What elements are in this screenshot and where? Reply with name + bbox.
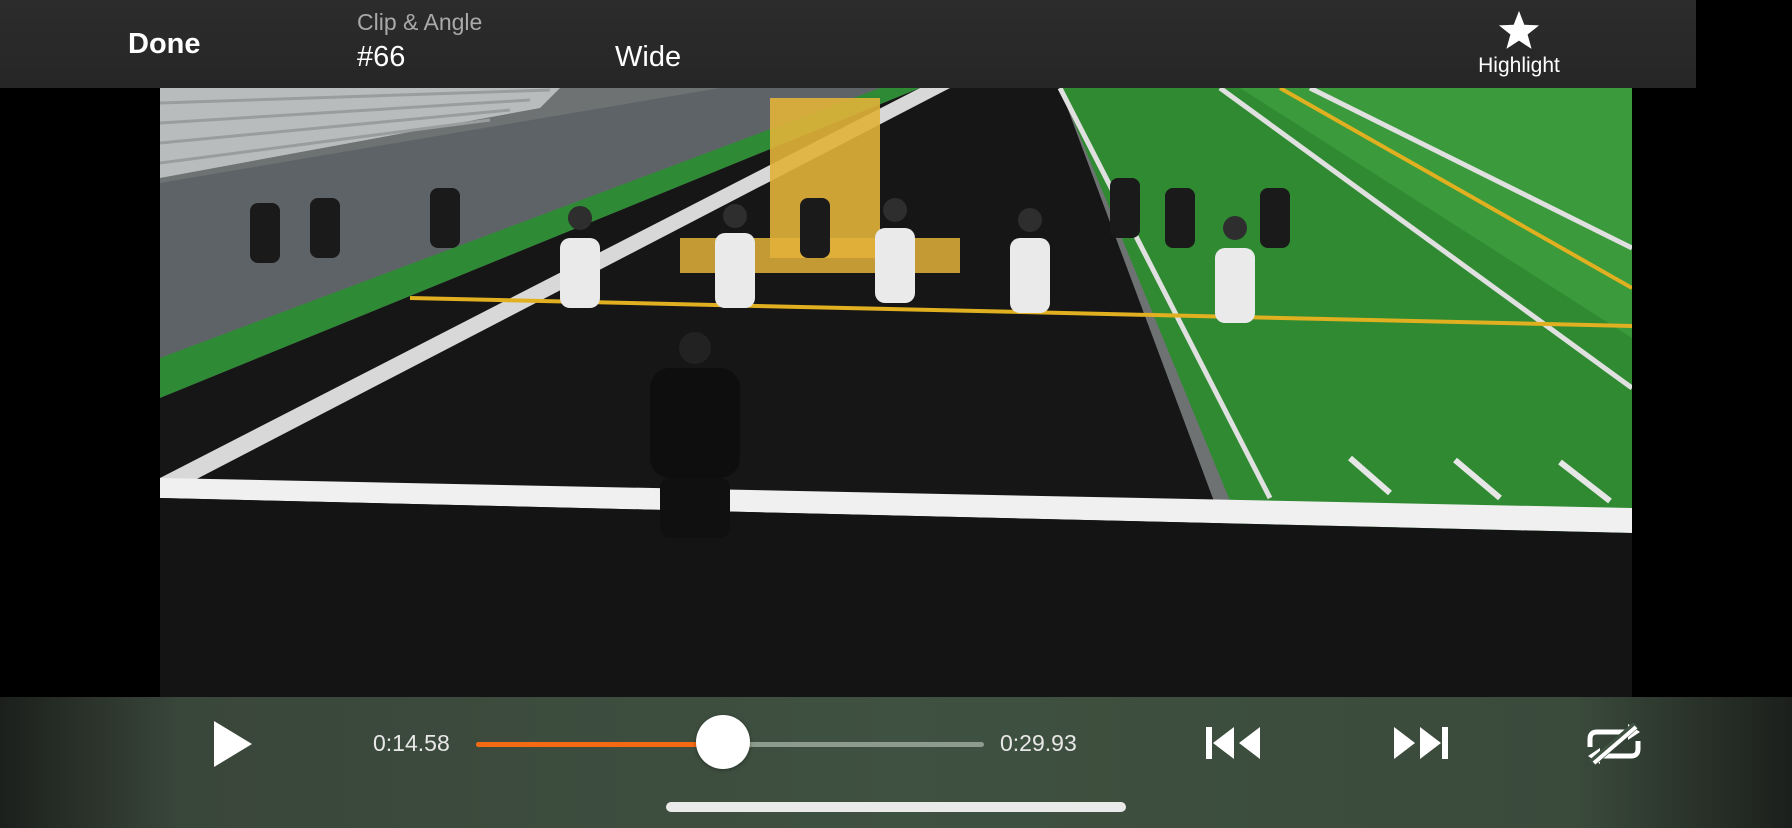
home-indicator [666,802,1126,812]
current-time: 0:14.58 [373,730,450,756]
video-frame[interactable] [160,88,1632,697]
clip-angle-label: Clip & Angle [357,9,483,35]
total-time: 0:29.93 [1000,730,1077,756]
scrubber-thumb[interactable] [696,715,751,769]
scrubber-progress [476,742,724,747]
skip-back-icon[interactable] [1204,723,1262,763]
skip-forward-icon[interactable] [1392,723,1450,763]
angle-selector[interactable]: Wide [615,41,681,74]
done-button[interactable]: Done [128,28,201,61]
highlight-label: Highlight [1478,54,1560,77]
playback-controls: 0:14.58 0:29.93 [0,697,1792,828]
top-bar: Done Clip & Angle #66 Wide Highlight [0,0,1696,88]
loop-off-icon[interactable] [1582,723,1646,765]
play-icon[interactable] [210,719,256,769]
highlight-button[interactable]: Highlight [1474,10,1564,78]
football-practice-scene [160,88,1632,697]
clip-number-selector[interactable]: #66 [357,41,405,74]
star-icon [1498,10,1540,49]
